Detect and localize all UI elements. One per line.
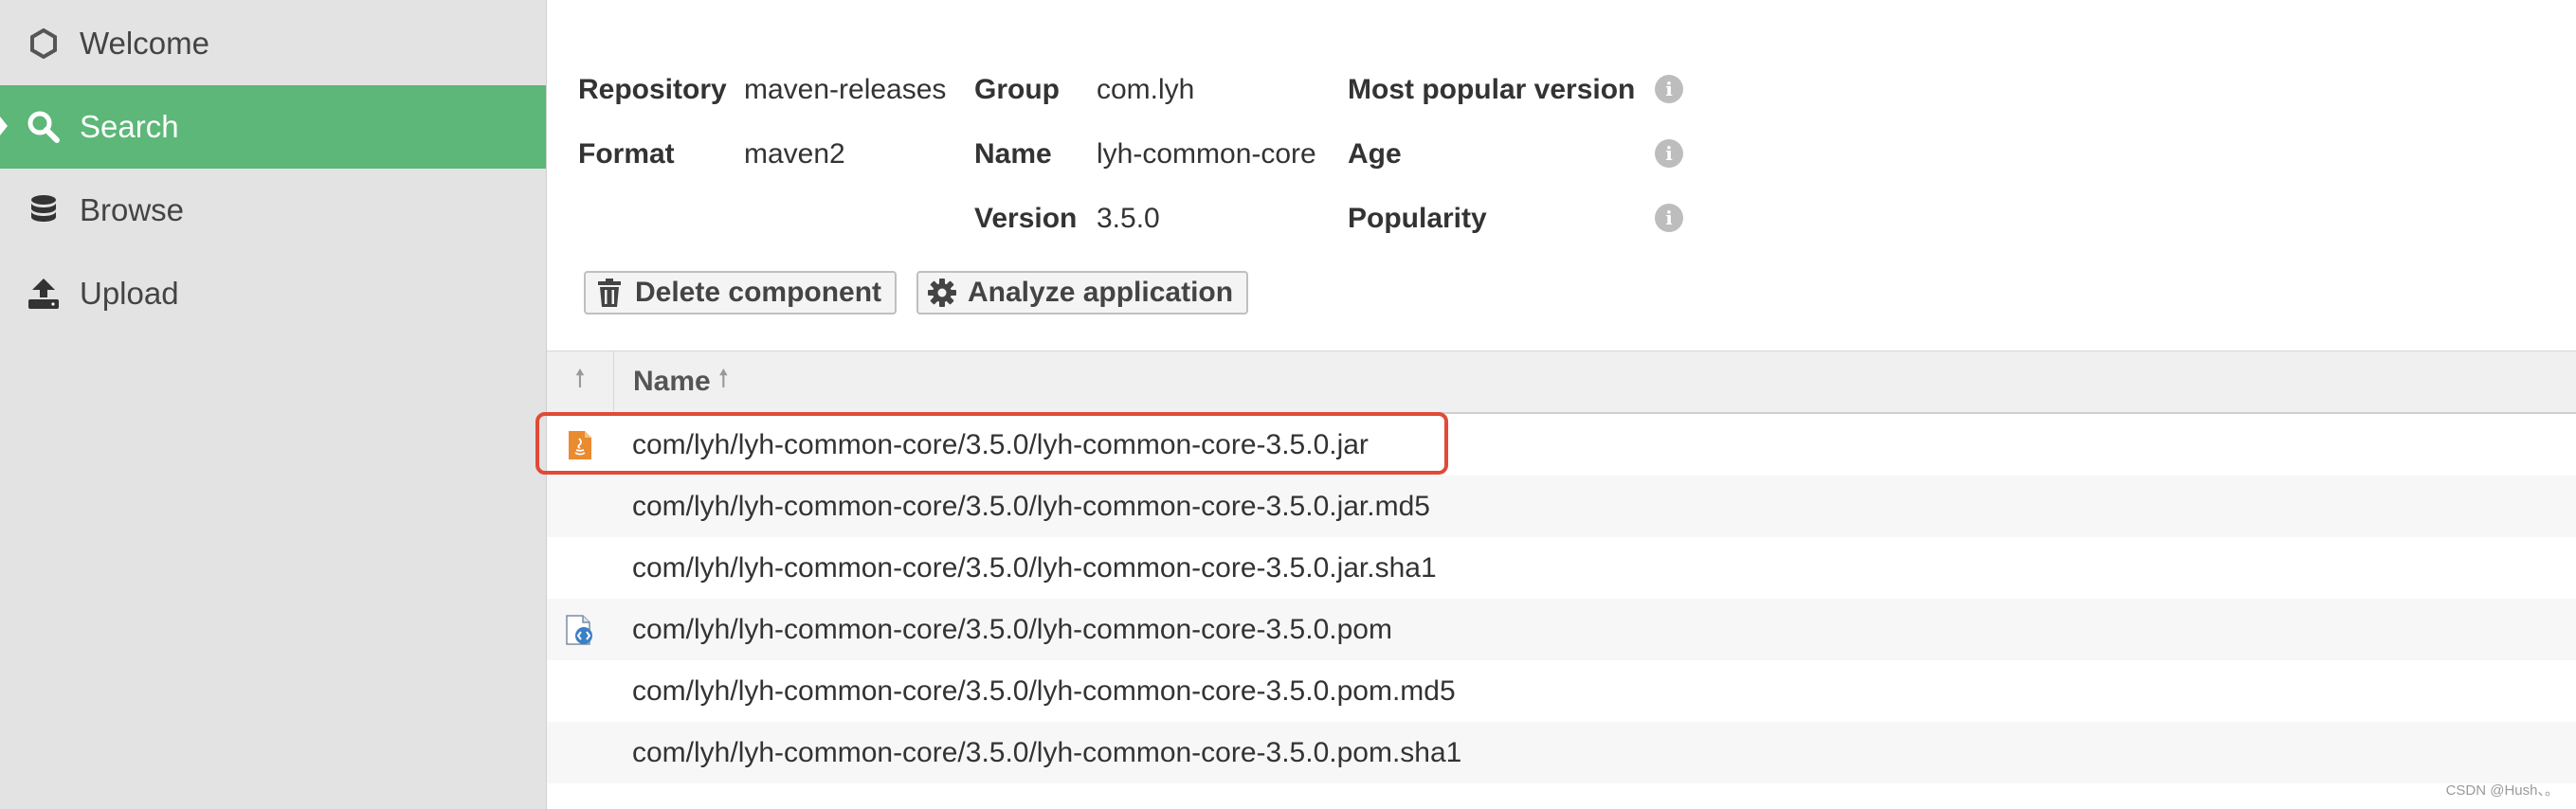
- name-label: Name: [974, 138, 1052, 170]
- upload-icon: [25, 275, 63, 313]
- popularity-label: Popularity: [1348, 203, 1487, 234]
- table-row[interactable]: com/lyh/lyh-common-core/3.5.0/lyh-common…: [547, 599, 2576, 660]
- table-row[interactable]: com/lyh/lyh-common-core/3.5.0/lyh-common…: [547, 476, 2576, 537]
- sort-ascending-icon: 🠕: [717, 364, 729, 392]
- file-name: com/lyh/lyh-common-core/3.5.0/lyh-common…: [632, 674, 1456, 707]
- nav-item-label: Browse: [80, 192, 185, 227]
- sidebar: Welcome Search Browse Upload: [0, 0, 547, 809]
- file-name: com/lyh/lyh-common-core/3.5.0/lyh-common…: [632, 428, 1369, 460]
- nav-item-welcome[interactable]: Welcome: [0, 2, 546, 85]
- hexagon-icon: [25, 25, 63, 63]
- delete-component-button[interactable]: Delete component: [584, 271, 898, 315]
- assets-table: 🠕 Name 🠕 com/lyh/lyh-common-core/3.5.0/l…: [547, 351, 2576, 783]
- info-icon[interactable]: i: [1655, 204, 1683, 232]
- nav-item-label: Search: [80, 109, 179, 144]
- version-label: Version: [974, 203, 1078, 234]
- nav-item-upload[interactable]: Upload: [0, 252, 546, 335]
- name-value: lyh-common-core: [1097, 138, 1316, 170]
- file-name: com/lyh/lyh-common-core/3.5.0/lyh-common…: [632, 613, 1392, 645]
- name-column-header[interactable]: Name 🠕: [614, 361, 729, 403]
- table-row[interactable]: com/lyh/lyh-common-core/3.5.0/lyh-common…: [547, 722, 2576, 783]
- format-label: Format: [578, 138, 675, 170]
- trash-icon: [593, 277, 626, 309]
- database-icon: [25, 191, 63, 229]
- info-icon[interactable]: i: [1655, 139, 1683, 168]
- age-label: Age: [1348, 138, 1402, 170]
- file-name: com/lyh/lyh-common-core/3.5.0/lyh-common…: [632, 551, 1437, 584]
- analyze-application-button[interactable]: Analyze application: [916, 271, 1249, 315]
- nav-item-search[interactable]: Search: [0, 85, 546, 169]
- search-icon: [25, 108, 63, 146]
- nav-item-label: Upload: [80, 276, 179, 311]
- version-value: 3.5.0: [1097, 203, 1160, 234]
- format-value: maven2: [744, 138, 845, 170]
- table-row[interactable]: com/lyh/lyh-common-core/3.5.0/lyh-common…: [547, 414, 2576, 476]
- file-name: com/lyh/lyh-common-core/3.5.0/lyh-common…: [632, 736, 1462, 768]
- info-icon[interactable]: i: [1655, 75, 1683, 103]
- watermark: CSDN @Hush、。: [2445, 782, 2559, 799]
- repository-label: Repository: [578, 74, 727, 105]
- group-label: Group: [974, 74, 1060, 105]
- active-caret: [0, 117, 8, 135]
- sort-up-icon: 🠕: [574, 364, 586, 392]
- table-row[interactable]: com/lyh/lyh-common-core/3.5.0/lyh-common…: [547, 660, 2576, 722]
- repository-value: maven-releases: [744, 74, 947, 105]
- delete-component-label: Delete component: [635, 277, 882, 308]
- name-header-label: Name: [633, 366, 711, 397]
- table-row[interactable]: com/lyh/lyh-common-core/3.5.0/lyh-common…: [547, 537, 2576, 599]
- gear-icon: [926, 277, 958, 309]
- xml-file-icon: [547, 614, 613, 645]
- nav-item-browse[interactable]: Browse: [0, 169, 546, 252]
- java-file-icon: [547, 430, 613, 460]
- analyze-application-label: Analyze application: [968, 277, 1234, 308]
- most-popular-version-label: Most popular version: [1348, 74, 1636, 105]
- table-header: 🠕 Name 🠕: [547, 351, 2576, 414]
- file-name: com/lyh/lyh-common-core/3.5.0/lyh-common…: [632, 490, 1430, 522]
- group-value: com.lyh: [1097, 74, 1195, 105]
- sort-column-header[interactable]: 🠕: [547, 351, 614, 412]
- cut-off-toolbar: [588, 0, 857, 4]
- nav-item-label: Welcome: [80, 26, 209, 61]
